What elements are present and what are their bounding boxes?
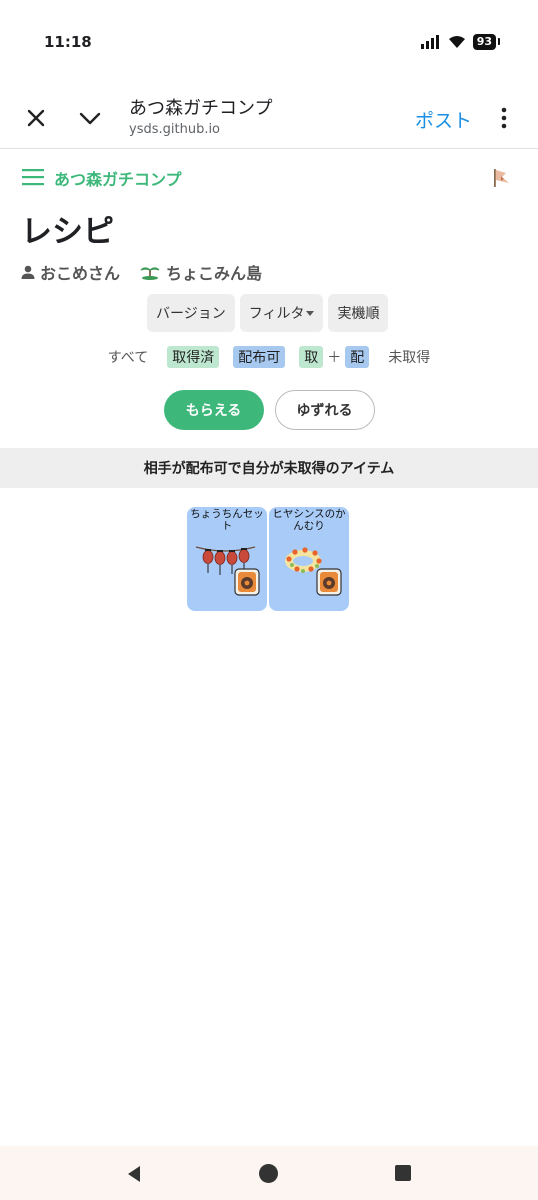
user-name[interactable]: おこめさん <box>40 260 120 284</box>
filter-all[interactable]: すべて <box>103 346 153 368</box>
flag-icon[interactable] <box>492 167 512 189</box>
close-icon[interactable] <box>22 104 50 132</box>
app-header: あつ森ガチコンプ <box>0 163 538 193</box>
app-brand[interactable]: あつ森ガチコンプ <box>54 166 182 190</box>
signal-icon <box>420 35 439 49</box>
browser-bar: あつ森ガチコンプ ysds.github.io ポスト <box>0 86 538 149</box>
filter-owned[interactable]: 取得済 <box>167 346 220 368</box>
item-grid: ちょうちんセット ヒヤシンスのかんむり <box>187 507 349 611</box>
post-button[interactable]: ポスト <box>415 106 472 133</box>
status-icons: 93 <box>420 34 501 50</box>
filter-tradeable[interactable]: 配布可 <box>233 346 286 368</box>
user-row: おこめさん ちょこみん島 <box>20 260 262 284</box>
filter-combo-tradeable: 配 <box>345 346 370 368</box>
filter-combo-plus: ＋ <box>327 350 342 366</box>
section-header: 相手が配布可で自分が未取得のアイテム <box>0 448 538 488</box>
browser-url: ysds.github.io <box>129 122 221 137</box>
page-title: レシピ <box>21 214 114 250</box>
wifi-icon <box>448 36 465 48</box>
island-name[interactable]: ちょこみん島 <box>166 260 262 284</box>
sort-button[interactable]: 実機順 <box>328 294 389 332</box>
recent-apps-icon[interactable] <box>394 1164 412 1182</box>
item-card[interactable]: ヒヤシンスのかんむり <box>269 507 349 611</box>
home-icon[interactable] <box>258 1163 279 1184</box>
user-icon <box>21 265 35 279</box>
item-card[interactable]: ちょうちんセット <box>187 507 267 611</box>
back-icon[interactable] <box>124 1164 144 1184</box>
status-time: 11:18 <box>44 33 92 51</box>
island-icon <box>140 267 160 280</box>
toolbar: バージョン フィルタ 実機順 <box>147 294 389 332</box>
caret-down-icon <box>306 310 315 316</box>
filter-button-label: フィルタ <box>248 306 305 322</box>
item-name: ちょうちんセット <box>190 508 264 532</box>
hamburger-menu-icon[interactable] <box>22 167 44 187</box>
give-button[interactable]: ゆずれる <box>274 390 375 430</box>
filter-missing[interactable]: 未取得 <box>383 346 435 368</box>
filter-owned-and-tradeable[interactable]: 取 ＋ 配 <box>299 346 370 368</box>
receive-button[interactable]: もらえる <box>163 390 264 430</box>
filter-button[interactable]: フィルタ <box>239 294 324 332</box>
browser-page-title: あつ森ガチコンプ <box>129 98 273 119</box>
version-button[interactable]: バージョン <box>147 294 235 332</box>
item-name: ヒヤシンスのかんむり <box>272 508 346 532</box>
more-vert-icon[interactable] <box>498 106 510 130</box>
status-bar: 11:18 93 <box>0 0 538 86</box>
hyacinth-crown-image <box>285 547 342 596</box>
lantern-set-image <box>195 546 260 596</box>
system-nav-bar <box>0 1146 538 1200</box>
mode-toggle: もらえる ゆずれる <box>0 390 538 430</box>
battery-icon: 93 <box>472 34 501 50</box>
chevron-down-icon[interactable] <box>76 104 104 132</box>
status-filter: すべて 取得済 配布可 取 ＋ 配 未取得 <box>0 346 538 368</box>
filter-combo-owned: 取 <box>299 346 324 368</box>
